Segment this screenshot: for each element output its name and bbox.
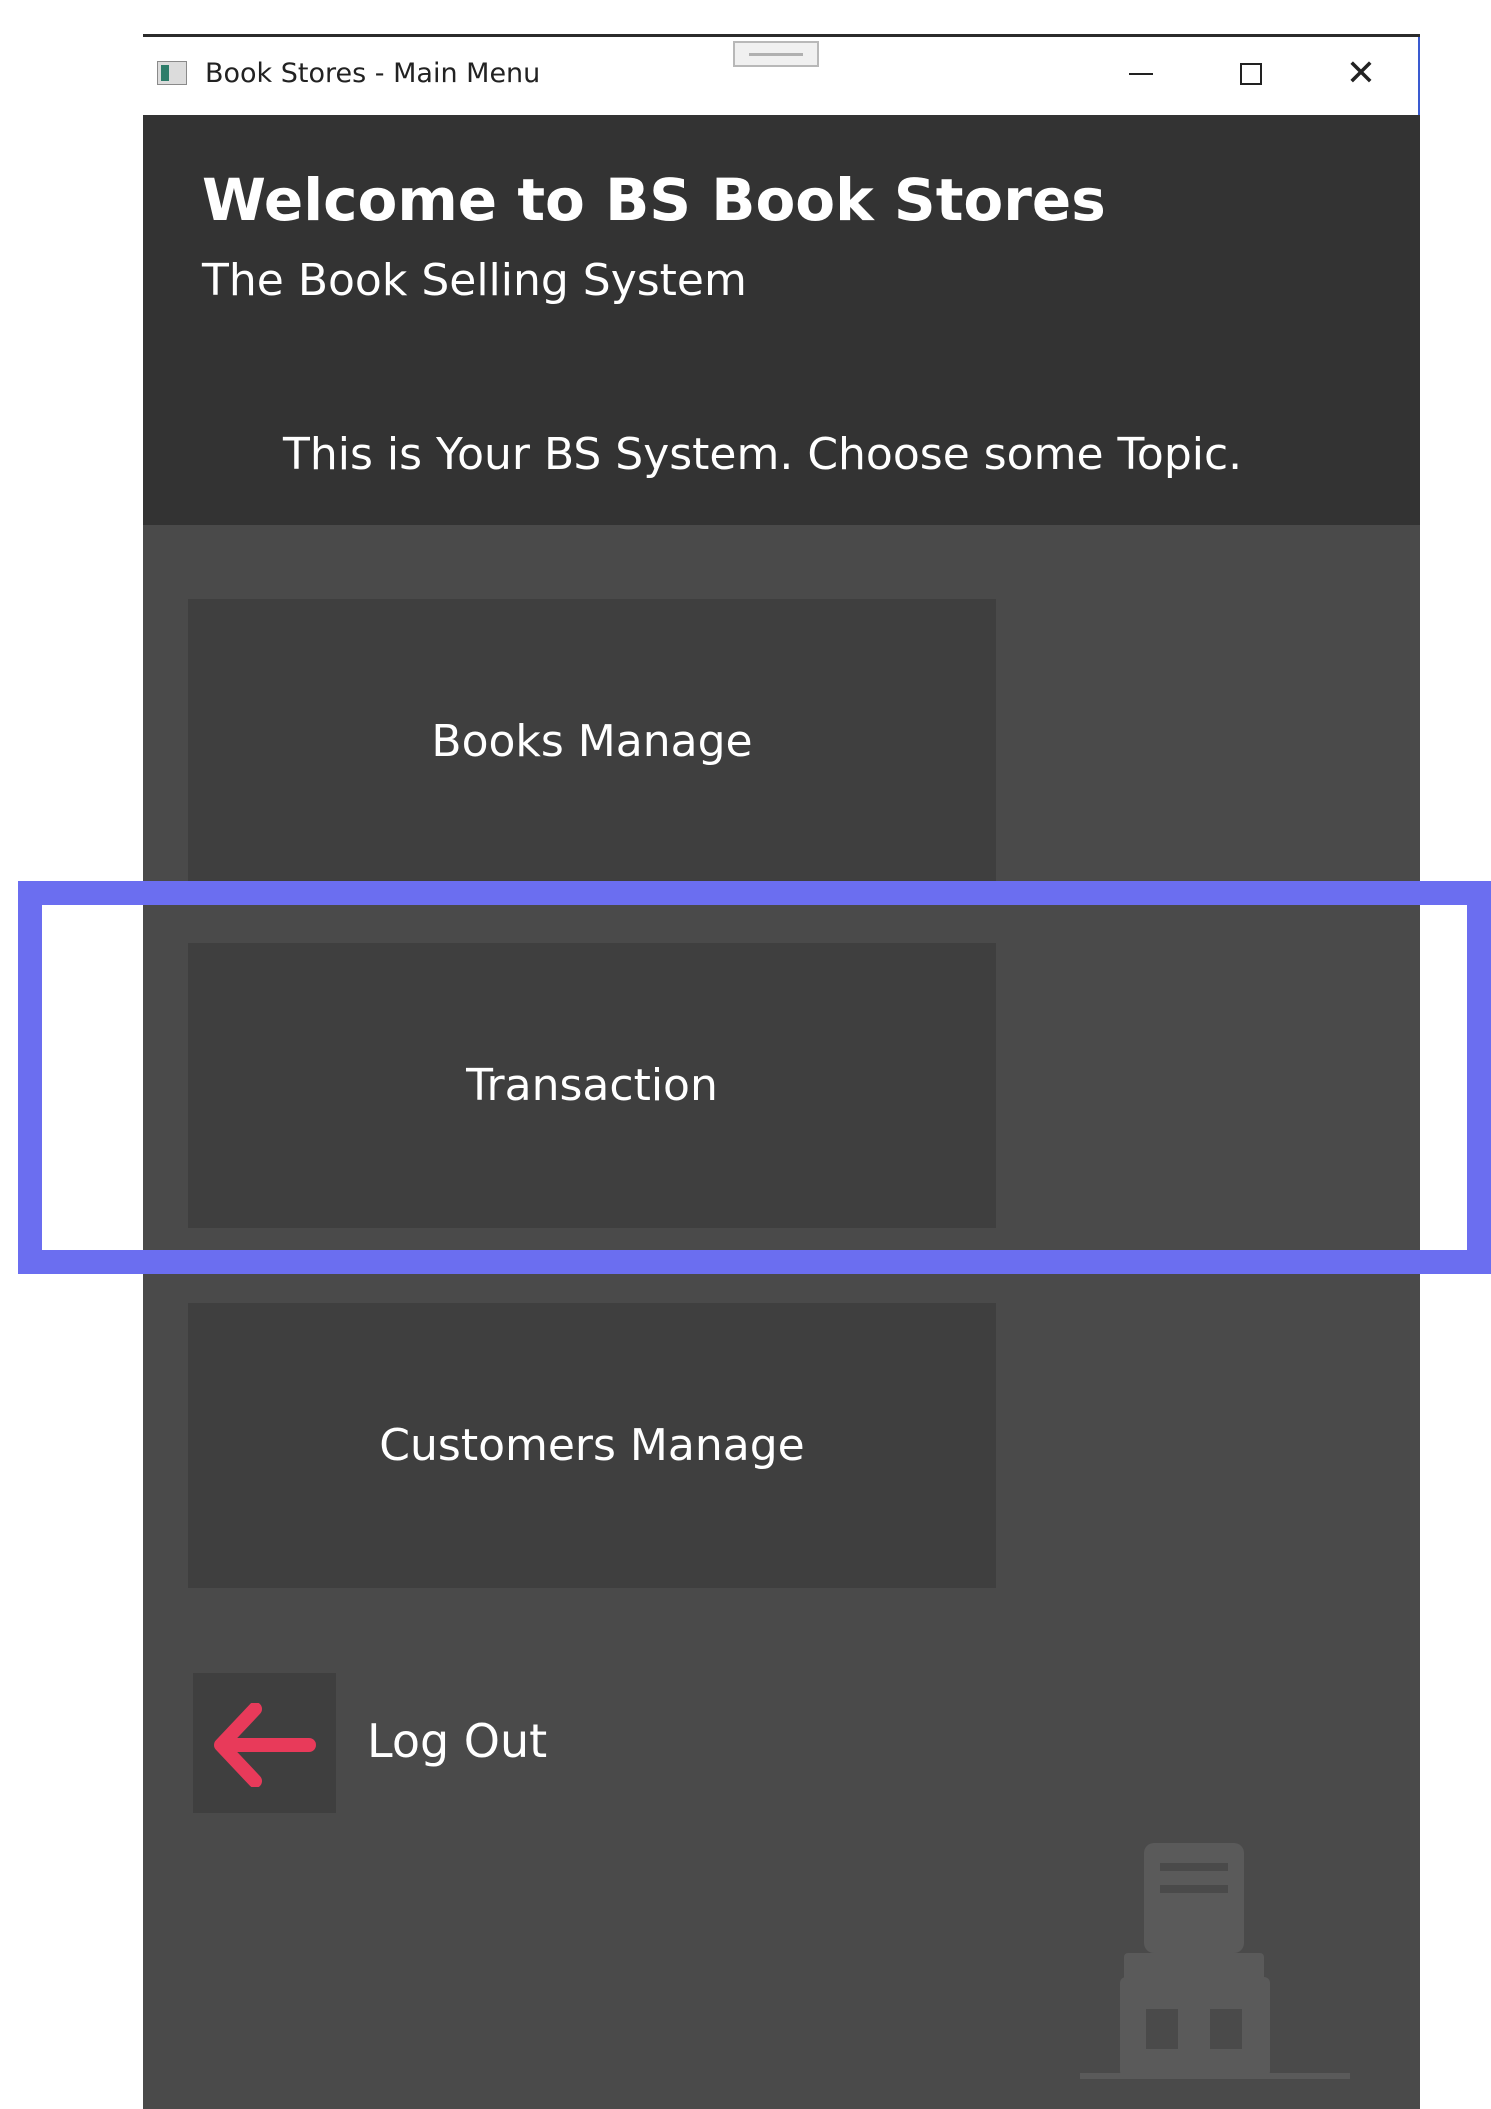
- logout-label[interactable]: Log Out: [367, 1711, 547, 1771]
- choose-topic-prompt: This is Your BS System. Choose some Topi…: [283, 429, 1243, 480]
- close-icon: ✕: [1345, 53, 1377, 94]
- close-button[interactable]: ✕: [1326, 51, 1396, 97]
- arrow-left-icon: [214, 1703, 316, 1787]
- bookstore-watermark-icon: [1080, 1843, 1350, 2079]
- maximize-button[interactable]: [1216, 51, 1286, 97]
- maximize-icon: [1240, 63, 1262, 85]
- minimize-icon: [1129, 73, 1153, 75]
- minimize-button[interactable]: [1106, 51, 1176, 97]
- welcome-title: Welcome to BS Book Stores: [202, 166, 1106, 234]
- books-manage-button[interactable]: Books Manage: [188, 599, 996, 884]
- window-title: Book Stores - Main Menu: [205, 58, 541, 89]
- logout-button[interactable]: [193, 1673, 336, 1813]
- main-menu-window: Book Stores - Main Menu ✕ Welcome to BS …: [143, 34, 1420, 2109]
- title-bar[interactable]: Book Stores - Main Menu ✕: [143, 37, 1420, 115]
- welcome-subtitle: The Book Selling System: [202, 255, 747, 306]
- customers-manage-button[interactable]: Customers Manage: [188, 1303, 996, 1588]
- app-icon: [157, 61, 187, 85]
- transaction-button[interactable]: Transaction: [188, 943, 996, 1228]
- drag-grip-handle[interactable]: [733, 41, 819, 67]
- welcome-header: Welcome to BS Book Stores The Book Selli…: [143, 115, 1420, 525]
